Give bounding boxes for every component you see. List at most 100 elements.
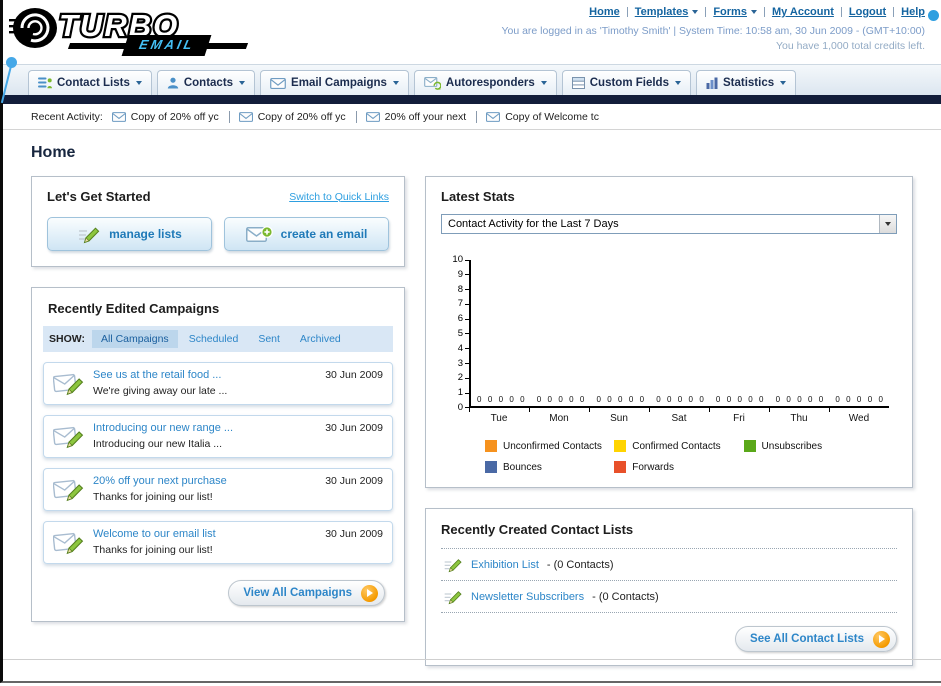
bar-value-label: 0 — [639, 395, 645, 404]
filter-all-campaigns[interactable]: All Campaigns — [91, 330, 178, 348]
bar-value-label: 0 — [878, 395, 883, 404]
recent-activity-item[interactable]: Copy of Welcome tc — [486, 111, 609, 123]
x-axis-label: Thu — [769, 408, 829, 424]
manage-lists-label: manage lists — [109, 227, 182, 241]
bar-value-label: 0 — [856, 395, 862, 404]
bar-value-label: 0 — [520, 395, 525, 404]
recent-activity-bar: Recent Activity: Copy of 20% off yc Copy… — [3, 104, 941, 130]
filter-archived[interactable]: Archived — [291, 330, 350, 348]
x-axis-label: Sun — [589, 408, 649, 424]
top-nav-label: Forms — [713, 6, 747, 18]
get-started-panel: Let's Get Started Switch to Quick Links … — [31, 176, 405, 267]
tab-label: Contacts — [183, 77, 234, 89]
recent-contact-lists-title: Recently Created Contact Lists — [441, 522, 634, 537]
turbo-email-dashboard: TURBO EMAIL Home Templates Forms My Acco… — [0, 0, 941, 683]
campaign-subtitle: Thanks for joining our list! — [93, 544, 213, 556]
envelope-pencil-icon — [53, 529, 85, 555]
campaign-title-link[interactable]: Introducing our new range ... — [93, 422, 317, 434]
filter-sent[interactable]: Sent — [249, 330, 289, 348]
right-column: Latest Stats Contact Activity for the La… — [425, 176, 913, 686]
tab-statistics[interactable]: Statistics — [695, 70, 797, 95]
campaign-list-item[interactable]: Introducing our new range ... Introducin… — [43, 415, 393, 458]
x-axis-label: Sat — [649, 408, 709, 424]
select-arrow-icon — [885, 222, 891, 226]
legend-swatch — [485, 440, 497, 452]
login-info: You are logged in as 'Timothy Smith' | S… — [501, 25, 925, 37]
contact-list-count: - (0 Contacts) — [592, 590, 659, 603]
legend-item: Unsubscribes — [743, 440, 873, 452]
campaign-subtitle: Introducing our new Italia ... — [93, 438, 222, 450]
top-nav-logout[interactable]: Logout — [849, 6, 886, 18]
bar-value-label: 0 — [818, 395, 824, 404]
bar-value-label: 0 — [628, 395, 634, 404]
tab-email-campaigns[interactable]: Email Campaigns — [260, 70, 409, 95]
select-dropdown-button[interactable] — [879, 215, 896, 233]
bar-value-label: 0 — [775, 395, 781, 404]
tab-autoresponders[interactable]: Autoresponders — [413, 70, 557, 95]
chart-y-axis: 10 9 8 7 6 5 4 3 2 1 0 — [443, 255, 469, 413]
chevron-down-icon — [674, 81, 681, 85]
pencil-list-icon — [77, 224, 101, 244]
recent-campaigns-title: Recently Edited Campaigns — [48, 301, 220, 316]
campaign-date: 30 Jun 2009 — [325, 422, 383, 434]
switch-quick-links-link[interactable]: Switch to Quick Links — [289, 191, 389, 203]
latest-stats-title: Latest Stats — [441, 189, 515, 204]
legend-item: Confirmed Contacts — [614, 440, 743, 452]
contacts-icon — [167, 77, 179, 89]
filter-scheduled[interactable]: Scheduled — [180, 330, 248, 348]
recent-activity-item[interactable]: Copy of 20% off yc — [112, 110, 230, 123]
turbo-email-logo[interactable]: TURBO EMAIL — [9, 3, 261, 56]
top-nav-home[interactable]: Home — [589, 6, 620, 18]
bar-group: 00000 — [829, 260, 889, 406]
view-all-campaigns-button[interactable]: View All Campaigns — [228, 580, 385, 606]
contact-list-link[interactable]: Exhibition List — [471, 559, 539, 571]
envelope-plus-icon — [246, 225, 273, 243]
get-started-title: Let's Get Started — [47, 189, 151, 204]
chevron-down-icon — [692, 10, 699, 14]
top-nav-templates[interactable]: Templates — [635, 6, 699, 18]
create-email-button[interactable]: create an email — [224, 217, 389, 251]
chevron-down-icon — [135, 81, 142, 85]
campaign-title-link[interactable]: Welcome to our email list — [93, 528, 317, 540]
pencil-icon — [443, 556, 463, 573]
bar-group: 00000 — [710, 260, 770, 406]
recent-activity-item[interactable]: 20% off your next — [366, 110, 478, 123]
chevron-down-icon — [540, 81, 547, 85]
y-axis-label: 1 — [458, 388, 469, 398]
tab-contacts[interactable]: Contacts — [156, 70, 256, 95]
top-nav-forms[interactable]: Forms — [713, 6, 757, 18]
bar-value-label: 0 — [807, 395, 813, 404]
campaign-list-item[interactable]: Welcome to our email list Thanks for joi… — [43, 521, 393, 564]
campaign-subtitle: Thanks for joining our list! — [93, 491, 213, 503]
top-nav-help[interactable]: Help — [901, 6, 925, 18]
top-nav-my-account[interactable]: My Account — [772, 6, 834, 18]
bar-value-label: 0 — [699, 395, 704, 404]
campaign-title-link[interactable]: 20% off your next purchase — [93, 475, 317, 487]
footer-divider — [3, 659, 941, 660]
tab-custom-fields[interactable]: Custom Fields — [561, 70, 691, 95]
nav-divider-bar — [3, 95, 941, 104]
bar-value-label: 0 — [846, 395, 851, 404]
y-axis-label: 3 — [458, 358, 469, 369]
bar-value-label: 0 — [509, 395, 514, 404]
page-title: Home — [31, 144, 76, 161]
stats-period-select[interactable]: Contact Activity for the Last 7 Days — [441, 214, 897, 234]
autoresponders-icon — [424, 77, 441, 90]
chevron-down-icon — [780, 81, 787, 85]
top-nav: Home Templates Forms My Account Logout H… — [501, 6, 925, 18]
envelope-icon — [486, 112, 500, 122]
contact-list-item[interactable]: Exhibition List - (0 Contacts) — [441, 549, 897, 581]
contact-list-link[interactable]: Newsletter Subscribers — [471, 591, 584, 603]
campaign-list-item[interactable]: 20% off your next purchase Thanks for jo… — [43, 468, 393, 511]
bar-group: 00000 — [650, 260, 710, 406]
manage-lists-button[interactable]: manage lists — [47, 217, 212, 251]
campaign-title-link[interactable]: See us at the retail food ... — [93, 369, 317, 381]
recent-activity-item[interactable]: Copy of 20% off yc — [239, 110, 357, 123]
campaign-list-item[interactable]: See us at the retail food ... We're givi… — [43, 362, 393, 405]
y-axis-label: 6 — [458, 314, 469, 324]
see-all-contact-lists-button[interactable]: See All Contact Lists — [735, 626, 897, 652]
tab-contact-lists[interactable]: Contact Lists — [28, 70, 152, 95]
envelope-icon — [112, 112, 126, 122]
contact-list-item[interactable]: Newsletter Subscribers - (0 Contacts) — [441, 581, 897, 613]
latest-stats-panel: Latest Stats Contact Activity for the La… — [425, 176, 913, 488]
